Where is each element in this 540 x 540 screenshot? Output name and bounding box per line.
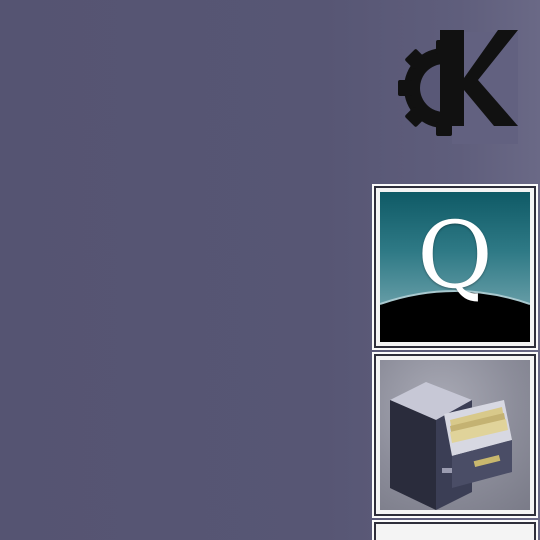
quanta-launcher-button[interactable]: Q xyxy=(372,184,538,350)
file-cabinet-icon xyxy=(390,382,512,510)
quanta-tile-frame: Q xyxy=(380,192,530,342)
side-panel: Q xyxy=(366,178,540,540)
file-manager-button[interactable] xyxy=(372,352,538,518)
next-launcher-button[interactable] xyxy=(372,520,538,540)
file-cabinet-tile-frame xyxy=(380,360,530,510)
quanta-q-icon: Q xyxy=(417,202,493,309)
kde-logo-icon[interactable] xyxy=(394,22,518,146)
